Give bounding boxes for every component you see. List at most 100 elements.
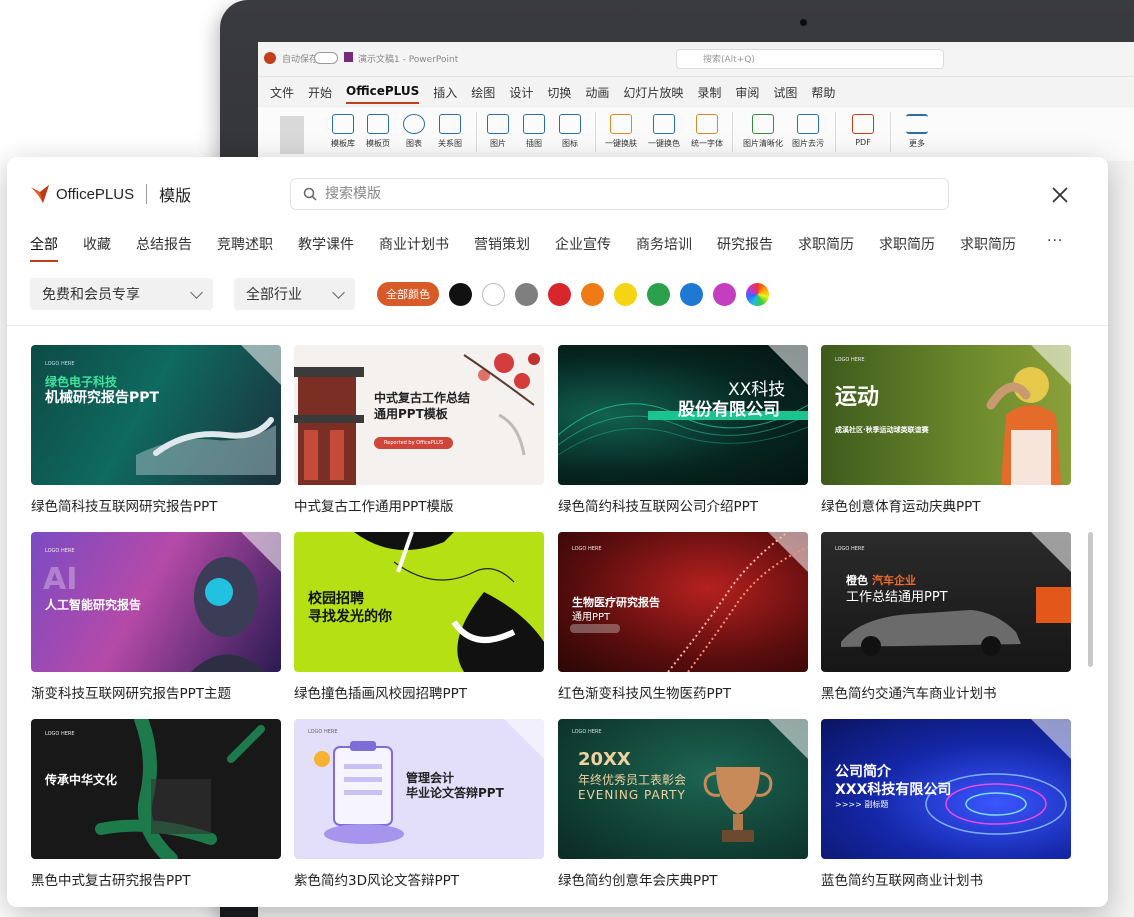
category-resume[interactable]: 求职简历 [798,234,854,254]
template-card[interactable]: LOGO HERE 运动 成溪社区·秋季运动球类联谊赛 绿色创意体育运动庆典PP… [821,345,1071,515]
template-card[interactable]: LOGO HERE 20XX 年终优秀员工表彰会 EVENING PARTY 绿… [558,719,808,889]
color-swatch-red[interactable] [548,282,571,306]
thumb-line3: EVENING PARTY [578,788,686,802]
search-icon [303,187,317,201]
template-thumbnail: LOGO HERE 生物医疗研究报告 通用PPT [558,532,808,672]
ribbon-chart[interactable]: 图表 [394,114,434,149]
ribbon-picture[interactable]: 图片 [478,114,518,149]
ribbon-icons[interactable]: 图标 [550,114,590,149]
category-corporate[interactable]: 企业宣传 [555,234,611,254]
tab-officeplus[interactable]: OfficePLUS [346,84,420,104]
industry-filter-select[interactable]: 全部行业 [234,278,355,310]
ribbon-recolor[interactable]: 一键换色 [644,114,684,149]
color-swatch-gray[interactable] [515,282,538,306]
ribbon-reskin[interactable]: 一键换肤 [601,114,641,149]
tab-draw[interactable]: 绘图 [471,84,495,104]
ribbon-pdf[interactable]: PDF [843,114,883,147]
template-thumbnail: LOGO HERE 运动 成溪社区·秋季运动球类联谊赛 [821,345,1071,485]
template-card[interactable]: XX科技 股份有限公司 绿色简约科技互联网公司介绍PPT [558,345,808,515]
tab-design[interactable]: 设计 [509,84,533,104]
ribbon-more[interactable]: 更多 [897,114,937,149]
powerpoint-search[interactable]: 搜索(Alt+Q) [676,49,944,69]
powerpoint-logo-icon [264,52,276,64]
search-input[interactable] [323,185,907,203]
template-card[interactable]: 校园招聘 寻找发光的你 绿色撞色插画风校园招聘PPT [294,532,544,702]
template-card[interactable]: LOGO HERE 管理会计 毕业论文答辩PPT 紫色简约3D风论文答辩PPT [294,719,544,889]
template-thumbnail: 中式复古工作总结 通用PPT模板 Reported by OfficePLUS [294,345,544,485]
ribbon-template-library[interactable]: 模板库 [323,114,363,149]
category-business-plan[interactable]: 商业计划书 [379,234,449,254]
color-swatch-green[interactable] [647,282,670,306]
category-courseware[interactable]: 教学课件 [298,234,354,254]
thumb-line2: 通用PPT [572,612,611,623]
pdf-icon [852,114,874,134]
ribbon-separator [595,112,596,152]
more-icon [906,114,928,134]
thumb-line3: >>>> 副标题 [835,800,889,809]
close-icon[interactable] [1048,183,1072,207]
ribbon-image-clean[interactable]: 图片去污 [788,114,828,149]
tab-view[interactable]: 试图 [773,84,797,104]
template-title: 紫色简约3D风论文答辩PPT [294,873,460,889]
category-marketing[interactable]: 营销策划 [474,234,530,254]
template-card[interactable]: LOGO HERE AI 人工智能研究报告 渐变科技互联网研究报告PPT主题 [31,532,281,702]
template-card[interactable]: LOGO HERE 橙色 汽车企业 工作总结通用PPT 黑色简约交通汽车商业计划… [821,532,1071,702]
color-swatch-yellow[interactable] [614,282,637,306]
autosave-toggle[interactable] [314,52,338,64]
category-research[interactable]: 研究报告 [717,234,773,254]
category-summary-report[interactable]: 总结报告 [136,234,192,254]
template-card[interactable]: LOGO HERE 传承中华文化 黑色中式复古研究报告PPT [31,719,281,889]
slide-thumbnail-placeholder [280,116,304,154]
athlete-illustration [986,367,1061,485]
ribbon-image-sharpen[interactable]: 图片清晰化 [737,114,789,149]
template-card[interactable]: LOGO HERE 生物医疗研究报告 通用PPT 红色渐变科技风生物医药PPT [558,532,808,702]
color-swatch-rainbow[interactable] [746,282,769,306]
template-thumbnail: XX科技 股份有限公司 [558,345,808,485]
tab-home[interactable]: 开始 [308,84,332,104]
save-icon[interactable] [344,52,353,62]
template-library-icon [332,114,354,134]
ribbon-unify-font[interactable]: 统一字体 [687,114,727,149]
template-card[interactable]: 中式复古工作总结 通用PPT模板 Reported by OfficePLUS … [294,345,544,515]
dialog-header: OfficePLUS 模版 全部 收藏 总结报告 竞聘述职 教学课件 商业计划书… [7,157,1108,326]
all-colors-button[interactable]: 全部颜色 [377,282,439,306]
category-favorites[interactable]: 收藏 [83,234,111,254]
ribbon-illustration[interactable]: 插图 [514,114,554,149]
thumb-line1: 中式复古工作总结 [374,391,471,405]
tab-record[interactable]: 录制 [697,84,721,104]
chevron-down-icon [332,285,345,299]
category-training[interactable]: 商务培训 [636,234,692,254]
color-swatch-blue[interactable] [680,282,703,306]
tab-animations[interactable]: 动画 [585,84,609,104]
tab-insert[interactable]: 插入 [433,84,457,104]
template-card[interactable]: LOGO HERE 绿色电子科技 机械研究报告PPT 绿色简科技互联网研究报告P… [31,345,281,515]
color-swatch-purple[interactable] [713,282,736,306]
thumb-line1: 公司简介 [835,764,891,780]
ribbon-template-page[interactable]: 模板页 [358,114,398,149]
template-thumbnail: 校园招聘 寻找发光的你 [294,532,544,672]
thumb-logo: LOGO HERE [45,548,75,554]
template-thumbnail: LOGO HERE 管理会计 毕业论文答辩PPT [294,719,544,859]
color-swatch-black[interactable] [449,282,472,306]
template-card[interactable]: 公司简介 XXX科技有限公司 >>>> 副标题 蓝色简约互联网商业计划书 [821,719,1071,889]
more-categories-button[interactable]: ··· [1047,233,1063,249]
ribbon-diagram[interactable]: 关系图 [430,114,470,149]
tab-file[interactable]: 文件 [270,84,294,104]
category-resume[interactable]: 求职简历 [879,234,935,254]
tab-help[interactable]: 帮助 [811,84,835,104]
tab-review[interactable]: 审阅 [735,84,759,104]
license-filter-select[interactable]: 免费和会员专享 [30,278,213,310]
category-resume[interactable]: 求职简历 [960,234,1016,254]
color-swatch-orange[interactable] [581,282,604,306]
category-job-competition[interactable]: 竞聘述职 [217,234,273,254]
tab-transitions[interactable]: 切换 [547,84,571,104]
document-title: 演示文稿1 - PowerPoint [358,55,459,65]
thumb-logo: LOGO HERE [835,546,865,552]
color-swatch-white[interactable] [482,282,505,306]
category-all[interactable]: 全部 [30,234,58,262]
grid-scrollbar[interactable] [1088,532,1093,667]
tab-slideshow[interactable]: 幻灯片放映 [623,84,683,104]
thumb-line2: 工作总结通用PPT [846,590,948,605]
icons-icon [559,114,581,134]
template-search[interactable] [290,178,949,210]
